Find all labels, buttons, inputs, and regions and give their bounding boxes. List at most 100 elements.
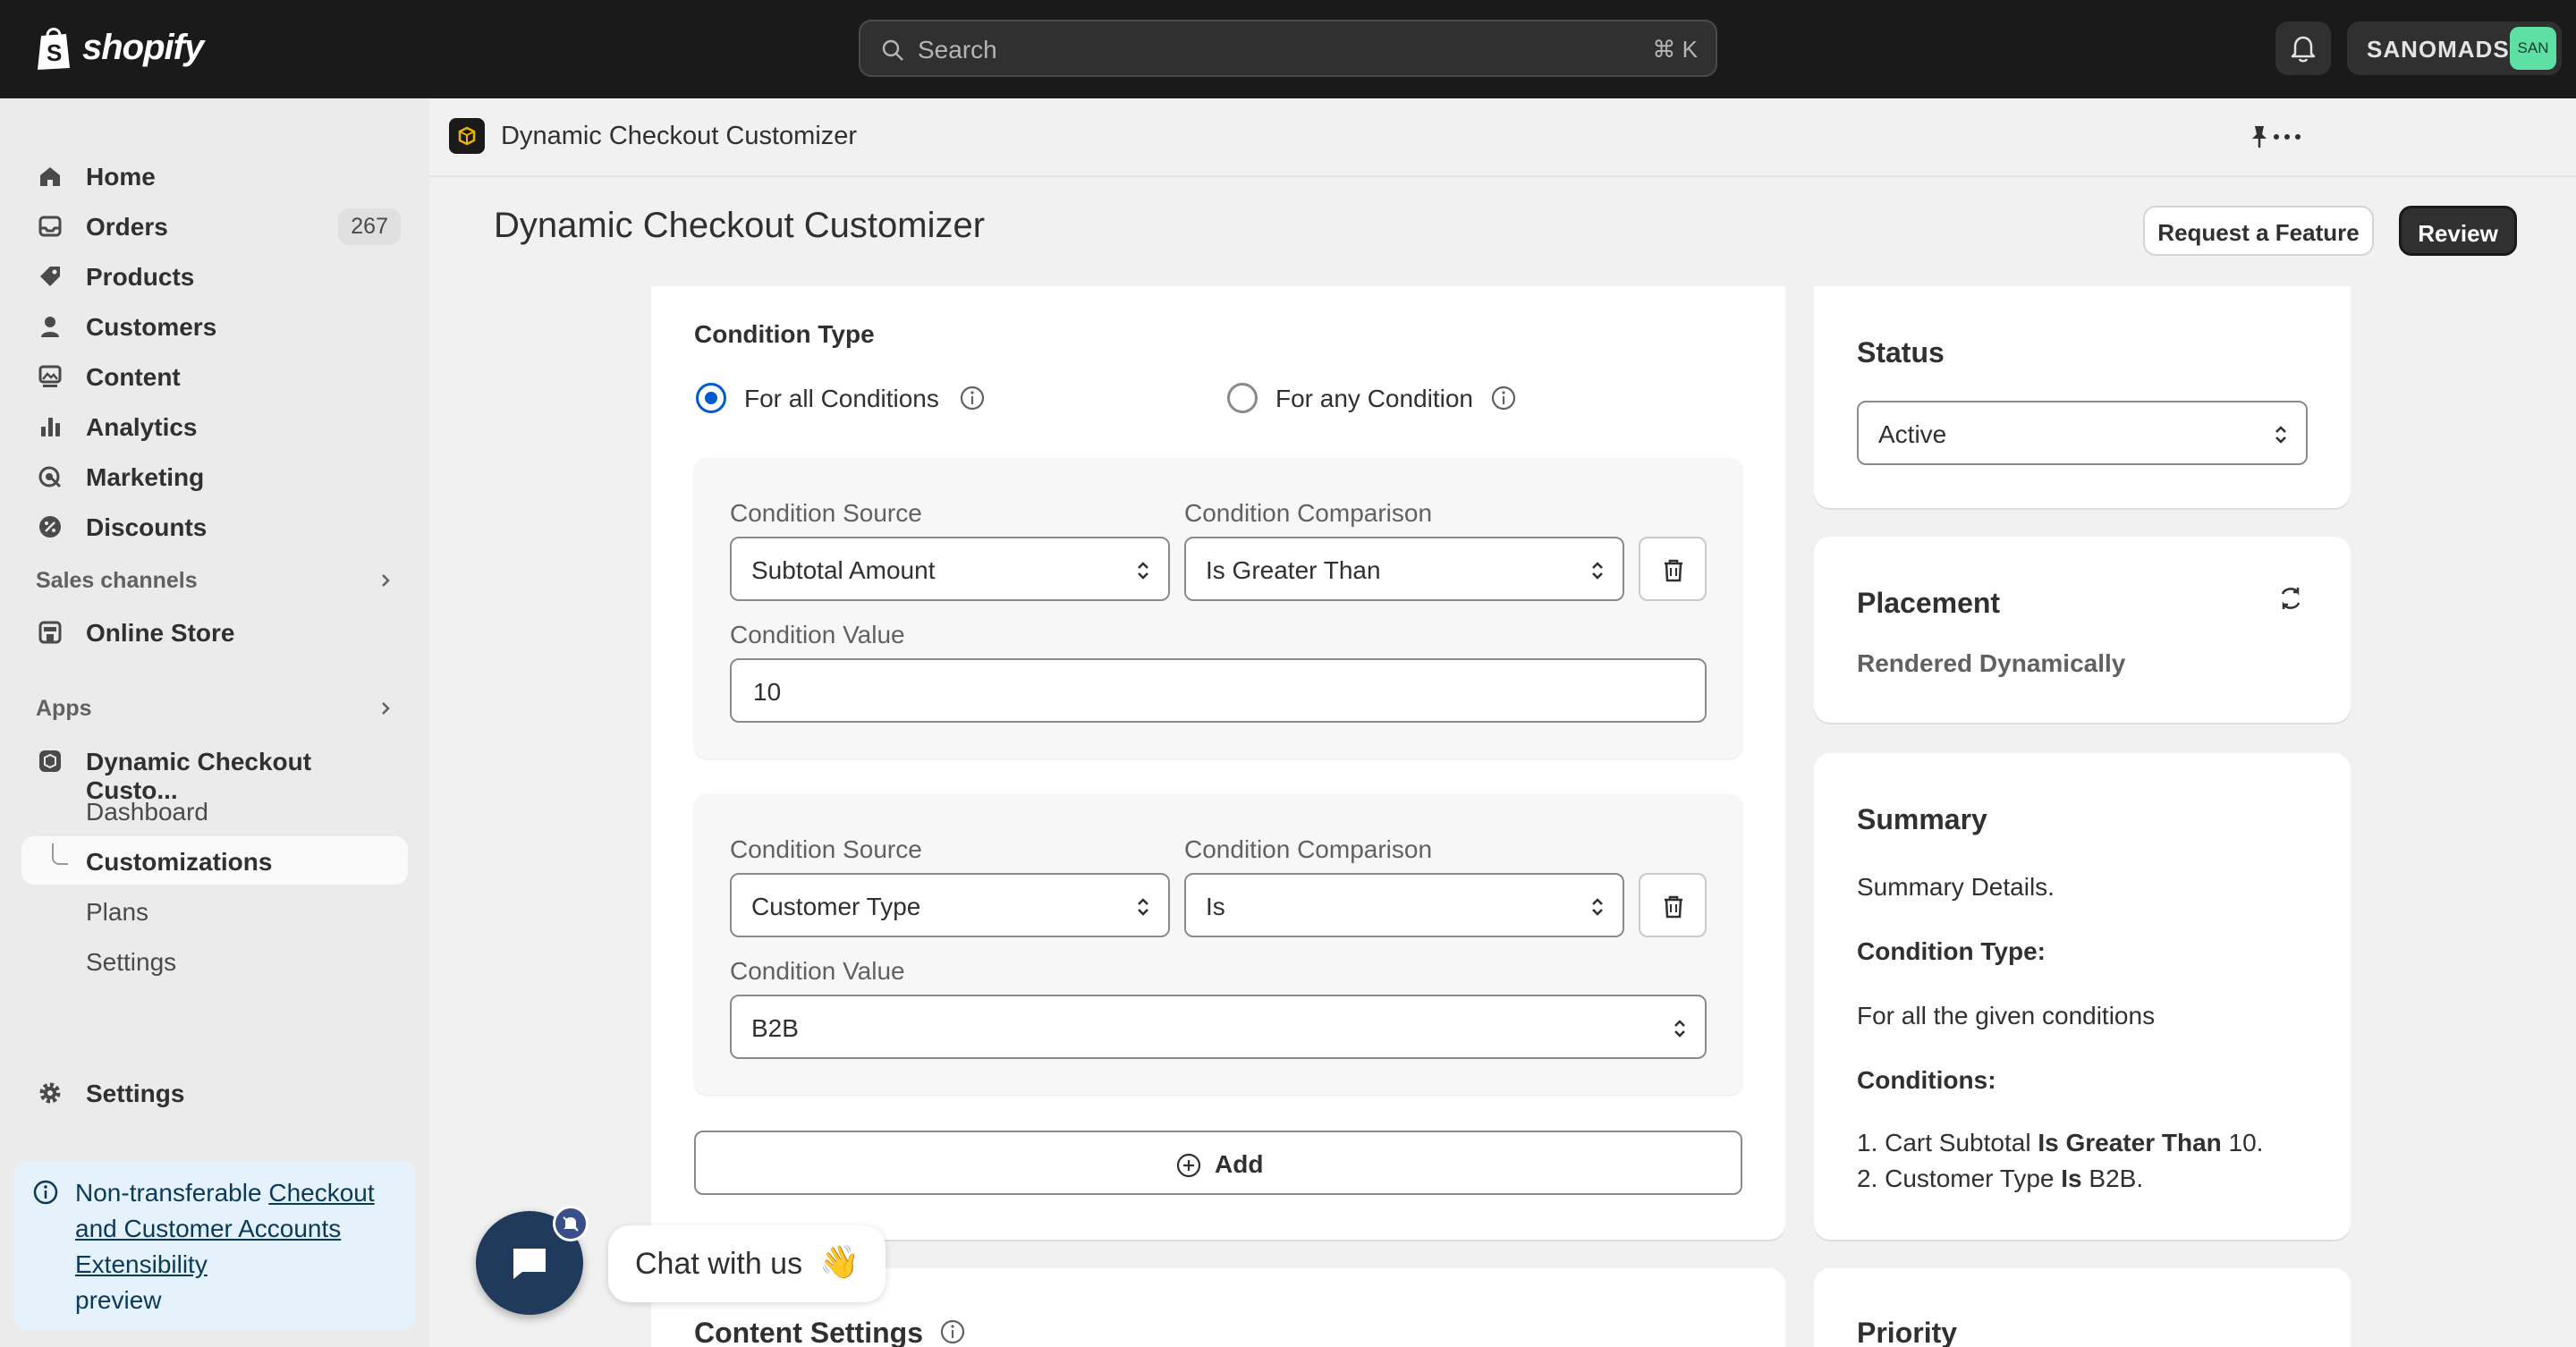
select-value: Is	[1206, 893, 1225, 920]
radio-all-conditions[interactable]	[696, 383, 726, 413]
sidebar-subitem-customizations[interactable]: Customizations	[21, 836, 408, 885]
trash-icon	[1665, 559, 1682, 582]
sidebar-item-label: Settings	[86, 1080, 185, 1107]
chat-bubble-icon	[513, 1249, 546, 1279]
condition-type-heading: Condition Type	[694, 320, 875, 348]
sidebar-item-analytics[interactable]: Analytics	[21, 402, 408, 450]
info-icon[interactable]	[1490, 385, 1517, 411]
target-icon	[38, 466, 62, 488]
select-chevron-icon	[1592, 562, 1603, 580]
condition-source-label: Condition Source	[730, 499, 922, 527]
chevron-right-icon[interactable]	[376, 571, 395, 590]
select-chevron-icon	[1674, 1020, 1685, 1038]
notifications-button[interactable]	[2275, 21, 2331, 75]
select-value: Active	[1878, 420, 1947, 448]
tree-connector	[52, 843, 68, 865]
sidebar-item-discounts[interactable]: Discounts	[21, 502, 408, 550]
sidebar-item-online-store[interactable]: Online Store	[21, 607, 408, 656]
sidebar-subitem-dashboard[interactable]: Dashboard	[21, 786, 408, 834]
select-chevron-icon	[2275, 426, 2286, 444]
wave-icon: 👋	[819, 1243, 860, 1280]
conditions-card	[651, 286, 1785, 1240]
sidebar-item-label: Customers	[86, 313, 217, 341]
search-icon	[882, 39, 903, 61]
trash-icon	[1665, 895, 1682, 919]
sidebar-item-label: Content	[86, 363, 181, 391]
chat-mute-badge[interactable]	[553, 1206, 589, 1241]
orders-count-badge: 267	[338, 208, 401, 245]
more-options-icon[interactable]	[2272, 123, 2302, 150]
shopify-wordmark: shopify	[82, 27, 204, 67]
sidebar-item-customers[interactable]: Customers	[21, 301, 408, 350]
chat-prompt[interactable]: Chat with us 👋	[608, 1225, 886, 1302]
condition-source-select[interactable]: Customer Type	[730, 873, 1170, 937]
delete-condition-button[interactable]	[1639, 873, 1707, 937]
refresh-icon[interactable]	[2275, 583, 2306, 614]
bell-icon	[2291, 36, 2316, 63]
select-chevron-icon	[1138, 898, 1148, 916]
tag-icon	[40, 267, 60, 286]
sidebar-item-label: Discounts	[86, 513, 208, 541]
condition-comparison-select[interactable]: Is Greater Than	[1184, 537, 1624, 601]
sidebar-item-marketing[interactable]: Marketing	[21, 452, 408, 500]
summary-line-operator: Is Greater Than	[2038, 1129, 2222, 1156]
summary-condition-line-2: 2. Customer Type Is B2B.	[1857, 1165, 2143, 1193]
sidebar-subitem-settings[interactable]: Settings	[21, 936, 408, 985]
info-icon	[33, 1180, 58, 1205]
chevron-right-icon[interactable]	[376, 699, 395, 718]
notice-text: Non-transferable Checkout and Customer A…	[75, 1175, 406, 1318]
summary-line-value: B2B.	[2089, 1165, 2144, 1192]
select-chevron-icon	[1592, 898, 1603, 916]
sidebar-item-label: Orders	[86, 213, 168, 241]
sidebar-item-settings[interactable]: Settings	[21, 1068, 408, 1116]
add-condition-button[interactable]: Add	[694, 1131, 1742, 1195]
info-icon[interactable]	[939, 1318, 966, 1345]
sidebar-item-products[interactable]: Products	[21, 251, 408, 300]
summary-line-operator: Is	[2061, 1165, 2082, 1192]
page-title: Dynamic Checkout Customizer	[494, 206, 986, 245]
sidebar-item-label: Online Store	[86, 619, 235, 647]
radio-any-condition[interactable]	[1227, 383, 1258, 413]
sidebar-item-home[interactable]: Home	[21, 151, 408, 199]
person-icon	[41, 317, 59, 337]
request-feature-button[interactable]: Request a Feature	[2143, 206, 2374, 256]
gear-icon	[39, 1082, 61, 1104]
sidebar-item-content[interactable]: Content	[21, 352, 408, 400]
sidebar-item-label: Analytics	[86, 413, 198, 441]
delete-condition-button[interactable]	[1639, 537, 1707, 601]
search-input[interactable]: Search ⌘ K	[859, 20, 1717, 77]
shopify-logo[interactable]: S shopify	[34, 23, 204, 72]
select-value: Subtotal Amount	[751, 556, 936, 584]
sidebar-item-orders[interactable]: Orders 267	[21, 201, 408, 250]
status-select[interactable]: Active	[1857, 401, 2308, 465]
info-icon[interactable]	[959, 385, 986, 411]
summary-condition-type-value: For all the given conditions	[1857, 1002, 2156, 1029]
sidebar-subitem-plans[interactable]: Plans	[21, 886, 408, 935]
shopify-bag-icon: S	[38, 28, 70, 70]
priority-heading: Priority	[1857, 1317, 1958, 1347]
select-value: Is Greater Than	[1206, 556, 1381, 584]
chat-prompt-label: Chat with us	[635, 1247, 803, 1281]
condition-comparison-label: Condition Comparison	[1184, 835, 1433, 863]
store-menu-button[interactable]: SANOMADS SAN	[2347, 21, 2562, 75]
pin-icon[interactable]	[2247, 123, 2272, 150]
sidebar-item-app[interactable]: Dynamic Checkout Custo...	[21, 736, 408, 804]
image-icon	[38, 365, 62, 387]
summary-line-value: 10.	[2228, 1129, 2264, 1156]
condition-comparison-select[interactable]: Is	[1184, 873, 1624, 937]
condition-source-select[interactable]: Subtotal Amount	[730, 537, 1170, 601]
status-card	[1814, 286, 2351, 508]
sales-channels-heading: Sales channels	[36, 568, 198, 593]
placement-heading: Placement	[1857, 587, 2001, 619]
condition-value-input[interactable]: 10	[730, 658, 1707, 723]
app-logo-icon	[449, 118, 485, 154]
summary-heading: Summary	[1857, 803, 1987, 835]
home-icon	[40, 167, 60, 186]
condition-value-select[interactable]: B2B	[730, 995, 1707, 1059]
sidebar-item-label: Products	[86, 263, 195, 291]
store-icon	[38, 621, 62, 644]
placement-card	[1814, 537, 2351, 723]
inbox-icon	[38, 216, 62, 237]
notice-suffix: preview	[75, 1286, 162, 1314]
review-button[interactable]: Review	[2399, 206, 2517, 256]
